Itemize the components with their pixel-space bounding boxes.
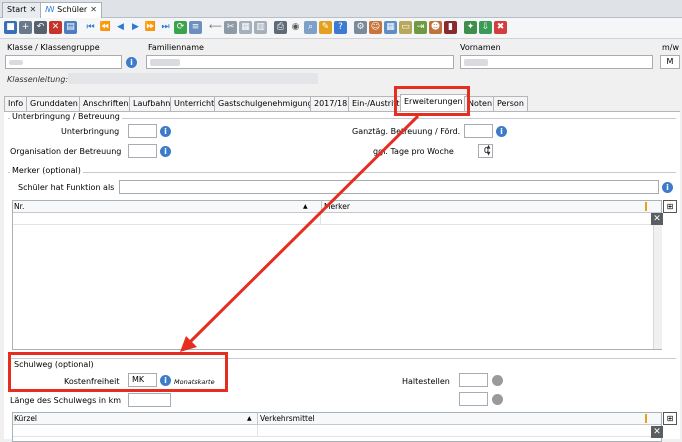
annotation-arrow bbox=[180, 114, 420, 352]
